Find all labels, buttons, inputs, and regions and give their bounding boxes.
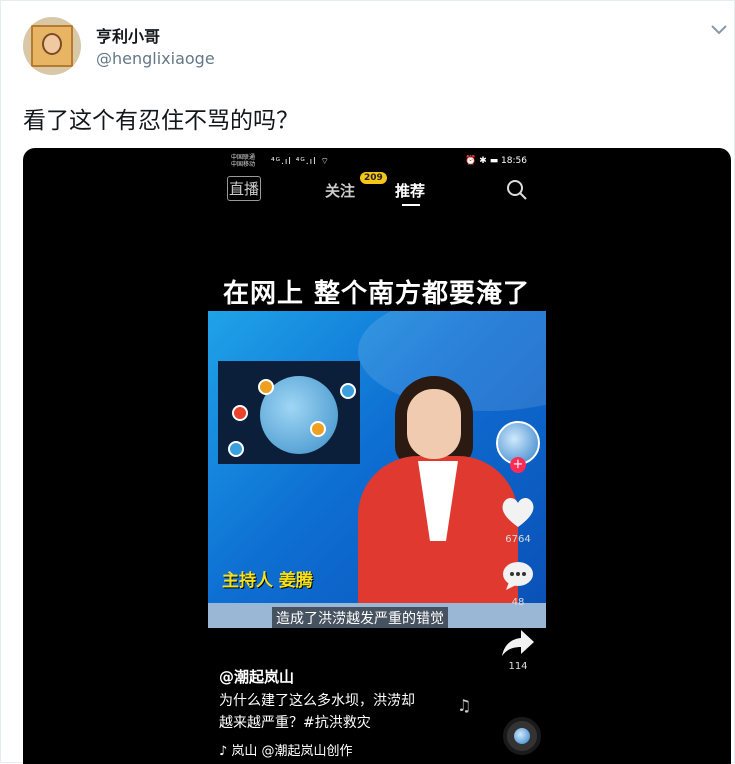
tab-recommend[interactable]: 推荐 [395,180,425,201]
like-count: 6764 [505,534,531,545]
video-description-line2: 越来越严重？#抗洪救灾 [219,715,371,731]
music-info[interactable]: ♪ 岚山 @潮起岚山创作 [219,740,353,759]
network-node-icon [228,441,244,457]
carrier-1: 中国联通 [231,154,256,161]
globe-inset-graphic [218,361,360,464]
news-video-frame[interactable]: 主持人 姜腾 造成了洪涝越发严重的错觉 [208,311,546,628]
avatar-face [42,33,62,55]
share-icon[interactable] [501,628,535,658]
chevron-down-icon[interactable] [710,23,728,37]
video-description-line1: 为什么建了这么多水坝，洪涝却 [219,693,415,709]
tweet-media-video[interactable]: 中国联通 中国移动 ⁴ᴳ.ıl ⁴ᴳ.ıl ⌔ ⏰ ✱ ▬ 18:56 直播 关… [23,148,731,764]
anchor-face [407,389,461,459]
phone-status-bar: 中国联通 中国移动 ⁴ᴳ.ıl ⁴ᴳ.ıl ⌔ ⏰ ✱ ▬ 18:56 [231,154,527,170]
tweet-text: 看了这个有忍住不骂的吗？ [23,108,299,134]
comment-icon[interactable] [501,560,535,592]
search-icon[interactable] [506,179,528,201]
network-node-icon [310,421,326,437]
follow-badge: 209 [360,172,387,184]
video-author[interactable]: @潮起岚山 [219,666,294,687]
tab-live[interactable]: 直播 [226,176,262,201]
user-name[interactable]: 亨利小哥 [96,23,160,47]
music-note-icon: ♫ [457,696,472,715]
user-avatar[interactable] [23,17,81,75]
share-count: 114 [508,661,528,672]
signal-icon: ⁴ᴳ.ıl ⁴ᴳ.ıl ⌔ [271,157,330,167]
network-node-icon [340,383,356,399]
tweet-card: 亨利小哥 @henglixiaoge 看了这个有忍住不骂的吗？ 中国联通 中国移… [0,0,735,764]
video-subtitle: 造成了洪涝越发严重的错觉 [272,607,448,628]
carrier-2: 中国移动 [231,161,256,168]
user-handle[interactable]: @henglixiaoge [96,49,215,68]
comment-count: 48 [511,597,525,608]
heart-icon[interactable] [500,495,536,529]
follow-plus-icon[interactable]: + [510,457,526,473]
network-node-icon [232,405,248,421]
video-headline: 在网上 整个南方都要淹了 [223,279,531,309]
anchor-nameplate: 主持人 姜腾 [222,571,313,591]
tab-follow[interactable]: 关注 [325,180,355,201]
status-time: ⏰ ✱ ▬ 18:56 [465,156,527,166]
disc-center [514,728,530,744]
carrier-label: 中国联通 中国移动 [231,154,255,168]
tab-indicator [402,204,420,206]
music-disc-icon[interactable] [503,717,541,755]
network-node-icon [258,379,274,395]
